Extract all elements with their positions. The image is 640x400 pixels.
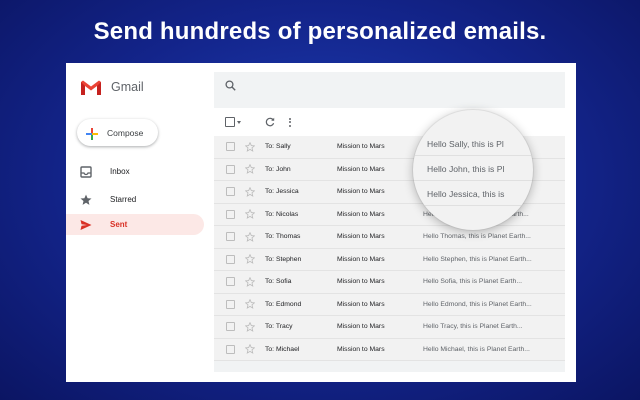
subject: Mission to Mars bbox=[337, 323, 385, 331]
row-checkbox[interactable] bbox=[226, 299, 235, 309]
subject: Mission to Mars bbox=[337, 278, 385, 286]
star-icon[interactable] bbox=[245, 186, 255, 197]
mail-list-panel: To: Sally Mission to Mars Hello Sally, thi… bbox=[214, 72, 565, 372]
row-checkbox[interactable] bbox=[226, 232, 235, 242]
star-icon[interactable] bbox=[245, 209, 255, 220]
row-checkbox[interactable] bbox=[226, 142, 235, 152]
select-dropdown-icon[interactable] bbox=[237, 120, 241, 124]
magnified-row: Hello John, this is Pl bbox=[413, 157, 533, 181]
plus-icon bbox=[86, 127, 98, 140]
table-row[interactable]: To: Sofia Mission to Mars Hello Sofia, thi… bbox=[214, 271, 565, 294]
magnified-row: Hello Sally, this is Pl bbox=[413, 132, 533, 156]
snippet: Hello Thomas, this is Planet Earth... bbox=[423, 233, 531, 241]
star-icon[interactable] bbox=[245, 141, 255, 152]
recipient: To: Thomas bbox=[265, 233, 301, 241]
recipient: To: Sofia bbox=[265, 278, 292, 286]
magnified-text: Hello John, this is Pl bbox=[427, 163, 505, 174]
recipient: To: Tracy bbox=[265, 323, 293, 331]
headline: Send hundreds of personalized emails. bbox=[93, 18, 547, 45]
star-icon[interactable] bbox=[245, 299, 255, 310]
subject: Mission to Mars bbox=[337, 255, 385, 263]
gmail-logo[interactable]: Gmail bbox=[80, 77, 144, 97]
sidebar-item-sent[interactable]: Sent bbox=[66, 214, 204, 235]
subject: Mission to Mars bbox=[337, 300, 385, 308]
row-checkbox[interactable] bbox=[226, 254, 235, 264]
subject: Mission to Mars bbox=[337, 188, 385, 196]
recipient: To: Michael bbox=[265, 345, 300, 353]
row-checkbox[interactable] bbox=[226, 164, 235, 174]
table-row[interactable]: To: Tracy Mission to Mars Hello Tracy, thi… bbox=[214, 316, 565, 339]
snippet: Hello Edmond, this is Planet Earth... bbox=[423, 300, 532, 308]
row-checkbox[interactable] bbox=[226, 344, 235, 354]
snippet: Hello Sofia, this is Planet Earth... bbox=[423, 278, 522, 286]
more-options-icon[interactable] bbox=[289, 117, 292, 127]
subject: Mission to Mars bbox=[337, 233, 385, 241]
search-icon[interactable] bbox=[225, 80, 236, 91]
star-icon[interactable] bbox=[245, 254, 255, 265]
recipient: To: John bbox=[265, 165, 291, 173]
magnified-row: Hello Jessica, this is bbox=[413, 182, 533, 206]
snippet: Hello Tracy, this is Planet Earth... bbox=[423, 323, 523, 331]
search-bar[interactable] bbox=[214, 72, 565, 99]
sidebar-item-label: Sent bbox=[110, 220, 128, 229]
row-checkbox[interactable] bbox=[226, 277, 235, 287]
subject: Mission to Mars bbox=[337, 143, 385, 151]
subject: Mission to Mars bbox=[337, 345, 385, 353]
magnified-text: Hello Jessica, this is bbox=[427, 188, 505, 199]
magnified-text: Hello Sally, this is Pl bbox=[427, 138, 504, 149]
table-row[interactable]: To: Stephen Mission to Mars Hello Stephen,… bbox=[214, 248, 565, 271]
send-icon bbox=[79, 218, 93, 232]
row-checkbox[interactable] bbox=[226, 322, 235, 332]
sidebar-item-label: Starred bbox=[110, 195, 137, 204]
star-icon[interactable] bbox=[245, 344, 255, 355]
subject: Mission to Mars bbox=[337, 210, 385, 218]
recipient: To: Sally bbox=[265, 143, 291, 151]
sidebar-item-label: Inbox bbox=[110, 167, 130, 176]
recipient: To: Jessica bbox=[265, 188, 299, 196]
refresh-icon[interactable] bbox=[265, 117, 275, 127]
compose-button[interactable]: Compose bbox=[77, 119, 158, 146]
star-icon[interactable] bbox=[245, 164, 255, 175]
table-row[interactable]: To: Michael Mission to Mars Hello Michael,… bbox=[214, 338, 565, 361]
magnifier: Hello Sally, this is Pl Hello John, this… bbox=[413, 110, 533, 230]
select-all-checkbox[interactable] bbox=[225, 117, 235, 127]
table-row[interactable]: To: Thomas Mission to Mars Hello Thomas, t… bbox=[214, 226, 565, 249]
recipient: To: Edmond bbox=[265, 300, 302, 308]
table-row[interactable]: To: Edmond Mission to Mars Hello Edmond, t… bbox=[214, 293, 565, 316]
star-icon bbox=[79, 193, 93, 207]
compose-label: Compose bbox=[107, 127, 144, 138]
sidebar-item-starred[interactable]: Starred bbox=[66, 189, 204, 210]
snippet: Hello Michael, this is Planet Earth... bbox=[423, 345, 530, 353]
recipient: To: Nicolas bbox=[265, 210, 299, 218]
star-icon[interactable] bbox=[245, 321, 255, 332]
gmail-logo-icon bbox=[81, 80, 101, 95]
snippet: Hello Stephen, this is Planet Earth... bbox=[423, 255, 532, 263]
app-name: Gmail bbox=[111, 80, 144, 94]
star-icon[interactable] bbox=[245, 276, 255, 287]
inbox-icon bbox=[79, 165, 93, 179]
row-checkbox[interactable] bbox=[226, 187, 235, 197]
recipient: To: Stephen bbox=[265, 255, 302, 263]
row-checkbox[interactable] bbox=[226, 209, 235, 219]
star-icon[interactable] bbox=[245, 231, 255, 242]
subject: Mission to Mars bbox=[337, 165, 385, 173]
sidebar-item-inbox[interactable]: Inbox bbox=[66, 161, 204, 182]
